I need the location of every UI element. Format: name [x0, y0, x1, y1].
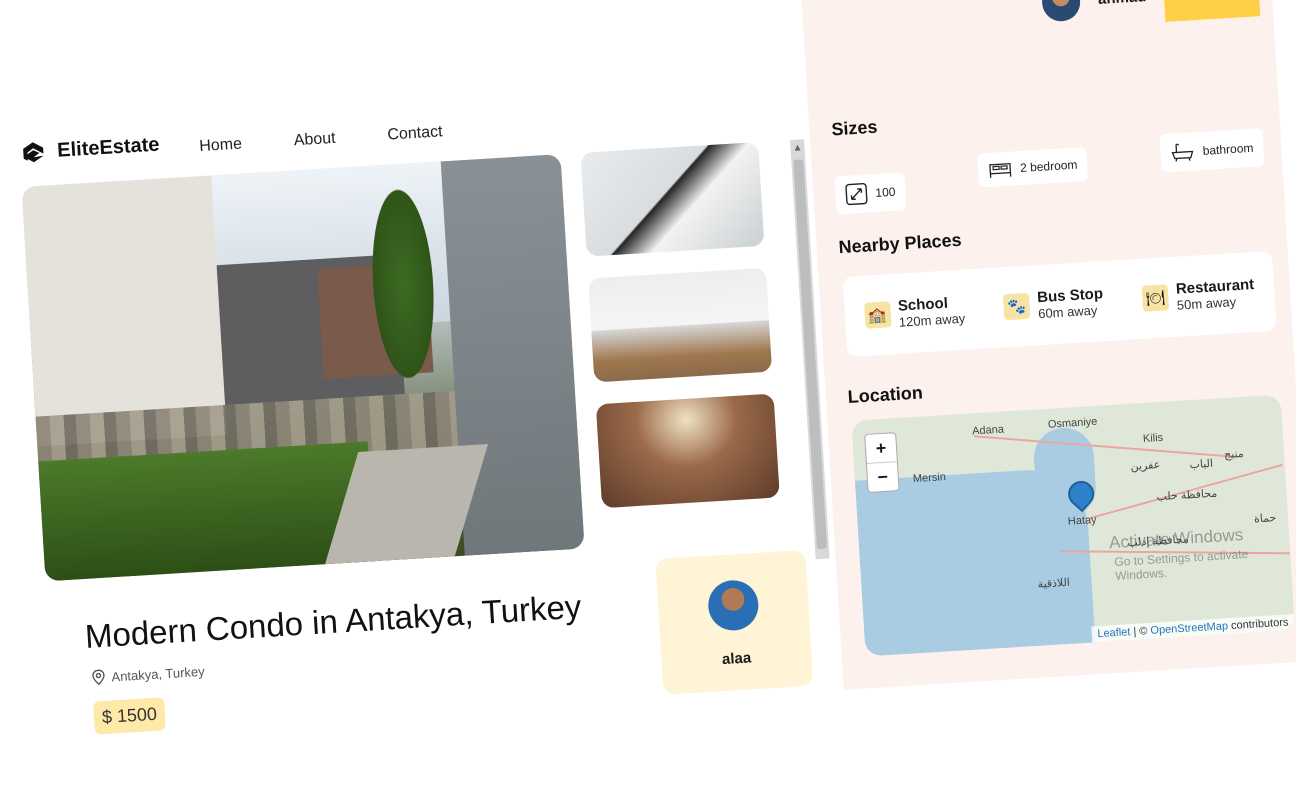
- map-label: Hatay: [1067, 514, 1097, 528]
- paw-icon: 🐾: [1002, 292, 1031, 321]
- scroll-up-arrow-icon[interactable]: ▲: [792, 142, 803, 154]
- leaflet-link[interactable]: Leaflet: [1097, 626, 1131, 640]
- nearby-places-card: 🏫 School 120m away 🐾 Bus Stop 60m away 🍽…: [842, 250, 1277, 357]
- brand-name: EliteEstate: [56, 133, 161, 162]
- map-label: عفرين: [1130, 459, 1161, 473]
- map-label: Osmaniye: [1047, 415, 1098, 431]
- map-label: الباب: [1189, 457, 1214, 472]
- user-bar: ahmad Profile: [1040, 0, 1261, 29]
- profile-button[interactable]: Profile: [1162, 0, 1261, 22]
- location-pin-icon: [92, 669, 105, 686]
- zoom-in-button[interactable]: +: [865, 433, 897, 463]
- map-attribution: Leaflet | © OpenStreetMap contributors: [1090, 614, 1295, 643]
- map-label: منبج: [1223, 447, 1245, 462]
- bedrooms-value: 2 bedroom: [1019, 157, 1078, 176]
- size-bathrooms: bathroom: [1159, 128, 1265, 173]
- thumbnail-bathroom[interactable]: [580, 141, 765, 257]
- bed-icon: [989, 162, 1012, 178]
- map-label: Mersin: [912, 471, 947, 486]
- map-label: محافظة حلب: [1156, 487, 1218, 504]
- thumbnail-gallery: [580, 141, 780, 509]
- hero-image[interactable]: [21, 154, 585, 582]
- price-badge: $ 1500: [93, 697, 166, 735]
- sizes-row: 100 2 bedroom bathroom: [833, 128, 1266, 215]
- user-avatar[interactable]: [1040, 0, 1082, 22]
- brand[interactable]: EliteEstate: [19, 131, 161, 168]
- location-map[interactable]: Adana Osmaniye Mersin Hatay Kilis عفرين …: [851, 394, 1295, 657]
- listing-location: Antakya, Turkey: [91, 663, 205, 686]
- map-zoom-control: + −: [864, 432, 900, 493]
- main-nav: Home About Contact: [199, 123, 443, 156]
- nearby-school: 🏫 School 120m away: [863, 294, 966, 332]
- nav-home[interactable]: Home: [199, 136, 243, 157]
- nearby-heading: Nearby Places: [838, 229, 963, 258]
- map-label: Kilis: [1142, 431, 1164, 446]
- osm-link[interactable]: OpenStreetMap: [1150, 620, 1228, 637]
- sizes-heading: Sizes: [830, 116, 879, 140]
- attribution-separator: | ©: [1130, 624, 1151, 639]
- thumbnail-kitchen[interactable]: [588, 267, 773, 383]
- bathrooms-value: bathroom: [1202, 140, 1254, 158]
- size-bedrooms: 2 bedroom: [977, 146, 1089, 188]
- school-icon: 🏫: [863, 301, 892, 329]
- nav-about[interactable]: About: [293, 130, 336, 151]
- nearby-bus-stop: 🐾 Bus Stop 60m away: [1002, 285, 1105, 323]
- place-distance: 120m away: [898, 310, 966, 330]
- restaurant-icon: 🍽: [1141, 284, 1170, 312]
- area-value: 100: [874, 184, 896, 200]
- map-label: حماة: [1253, 512, 1277, 526]
- size-area: 100: [834, 172, 907, 215]
- zoom-out-button[interactable]: −: [866, 461, 899, 492]
- nav-contact[interactable]: Contact: [387, 123, 443, 144]
- expand-icon: [845, 182, 868, 206]
- place-distance: 60m away: [1037, 302, 1098, 322]
- attribution-suffix: contributors: [1227, 616, 1289, 633]
- location-text: Antakya, Turkey: [111, 663, 206, 684]
- location-heading: Location: [847, 382, 924, 407]
- logo-icon: [23, 142, 44, 163]
- map-label: Adana: [971, 423, 1005, 438]
- agent-avatar: [706, 578, 760, 632]
- map-label: اللاذقية: [1037, 576, 1071, 591]
- nearby-restaurant: 🍽 Restaurant 50m away: [1141, 276, 1255, 315]
- listing-title: Modern Condo in Antakya, Turkey: [83, 587, 583, 655]
- agent-card[interactable]: alaa: [655, 549, 814, 695]
- agent-name: alaa: [721, 649, 752, 669]
- details-panel: ahmad Profile Sizes 100 2 bedroom: [800, 0, 1296, 690]
- username: ahmad: [1097, 0, 1146, 8]
- bathtub-icon: [1171, 143, 1194, 162]
- thumbnail-living-room[interactable]: [595, 393, 780, 509]
